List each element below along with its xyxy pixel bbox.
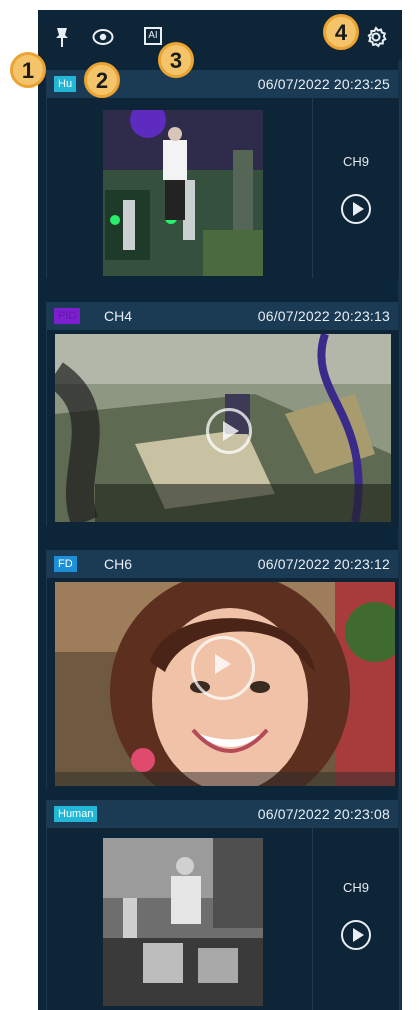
event-list: Hu 06/07/2022 20:23:25 CH9 PID CH4 06/07…	[46, 70, 400, 1010]
event-timestamp: 06/07/2022 20:23:08	[257, 806, 390, 822]
event-side: CH9	[312, 98, 399, 278]
channel-label: CH4	[104, 308, 133, 324]
event-side: CH9	[312, 828, 399, 1010]
event-type-badge: PID	[54, 308, 81, 324]
play-icon[interactable]	[341, 920, 371, 950]
pin-icon[interactable]	[52, 26, 72, 48]
event-type-badge: Human	[54, 806, 98, 822]
callout-marker-1: 1	[10, 52, 46, 88]
event-type-badge: Hu	[54, 76, 77, 92]
play-icon[interactable]	[341, 194, 371, 224]
event-body[interactable]: CH9	[46, 828, 400, 1010]
ai-icon[interactable]: AI	[144, 27, 162, 45]
play-icon[interactable]	[191, 636, 255, 700]
event-type-badge: FD	[54, 556, 77, 572]
channel-label: CH9	[342, 880, 369, 895]
event-timestamp: 06/07/2022 20:23:25	[257, 76, 390, 92]
event-body[interactable]: CH9	[46, 98, 400, 278]
gear-icon[interactable]	[365, 26, 387, 48]
play-icon[interactable]	[206, 408, 252, 454]
event-timestamp: 06/07/2022 20:23:13	[257, 308, 390, 324]
event-header[interactable]: FD CH6 06/07/2022 20:23:12	[46, 550, 398, 578]
event-header[interactable]: Human 06/07/2022 20:23:08	[46, 800, 398, 828]
event-timestamp: 06/07/2022 20:23:12	[257, 556, 390, 572]
callout-marker-3: 3	[158, 42, 194, 78]
event-body[interactable]	[46, 578, 400, 788]
event-snapshot[interactable]	[103, 838, 263, 1006]
callout-marker-2: 2	[84, 62, 120, 98]
channel-label: CH6	[104, 556, 133, 572]
channel-label: CH9	[342, 154, 369, 169]
ai-icon-label: AI	[148, 30, 158, 41]
eye-icon[interactable]	[92, 28, 114, 46]
event-snapshot[interactable]	[103, 110, 263, 276]
callout-marker-4: 4	[323, 14, 359, 50]
event-header[interactable]: PID CH4 06/07/2022 20:23:13	[46, 302, 398, 330]
event-body[interactable]	[46, 330, 400, 526]
